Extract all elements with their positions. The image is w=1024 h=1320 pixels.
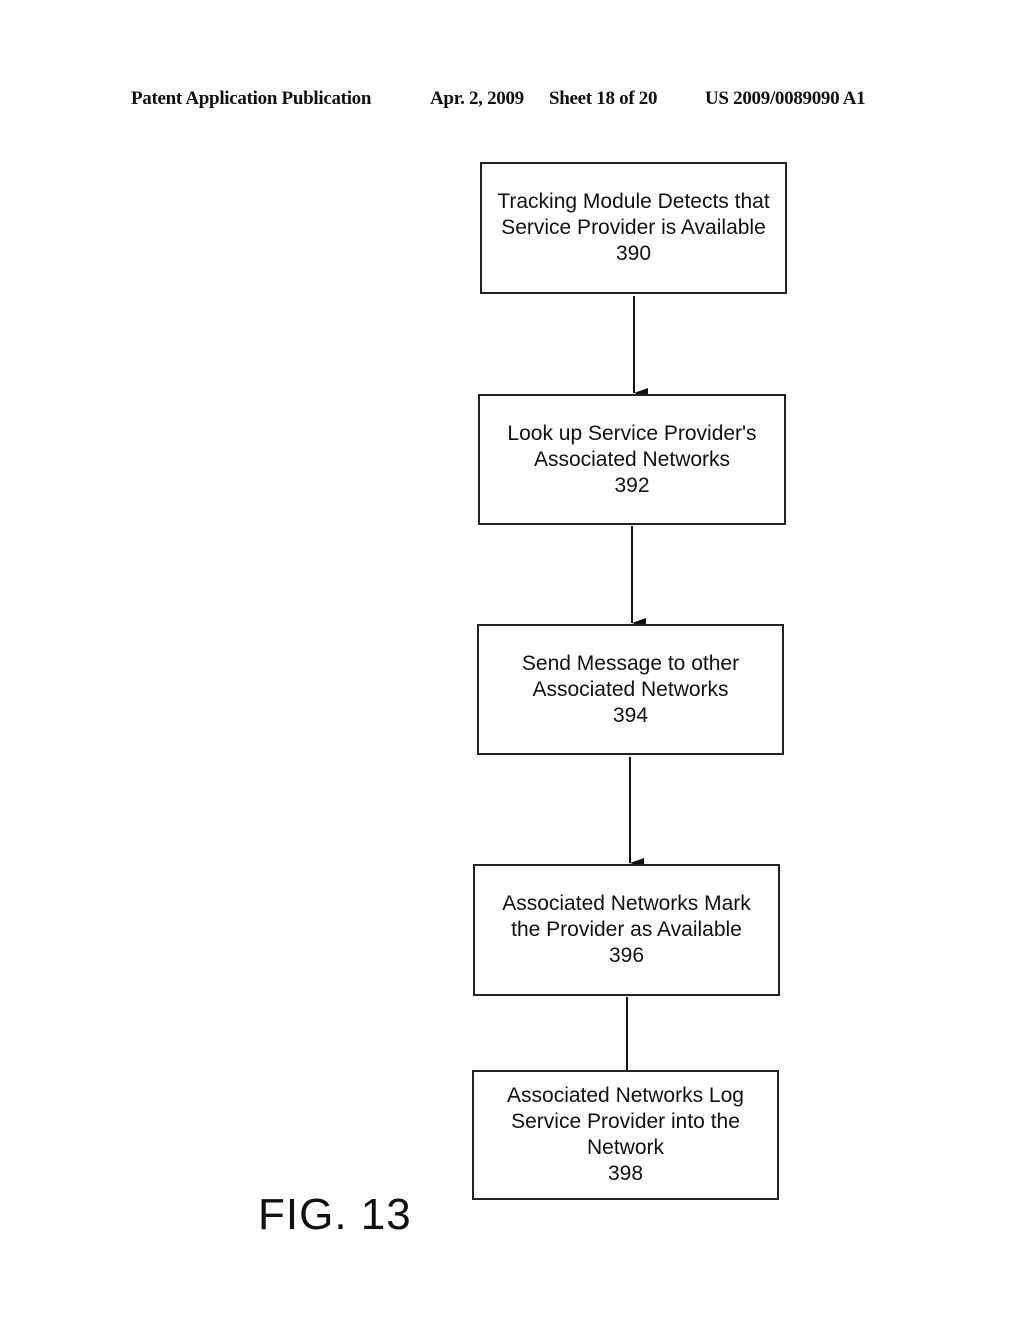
step-392-ref: 392	[614, 473, 650, 497]
step-398-box: Associated Networks Log Service Provider…	[472, 1070, 779, 1200]
step-392-box: Look up Service Provider's Associated Ne…	[478, 394, 786, 525]
step-390-ref: 390	[615, 242, 652, 265]
step-390-box: Tracking Module Detects that Service Pro…	[480, 162, 787, 294]
step-390-line-2: Service Provider is Available	[501, 216, 766, 239]
step-394-box: Send Message to other Associated Network…	[477, 624, 784, 755]
step-396-line-1: Associated Networks Mark	[502, 892, 751, 915]
step-394-line-2: Associated Networks	[532, 677, 729, 701]
step-392-line-2: Associated Networks	[533, 447, 731, 471]
figure-label: FIG. 13	[258, 1190, 412, 1239]
step-394-line-1: Send Message to other	[521, 651, 740, 675]
step-398-line-1: Associated Networks Log	[507, 1084, 744, 1107]
step-390-line-1: Tracking Module Detects that	[497, 190, 770, 213]
step-394-ref: 394	[612, 703, 649, 727]
step-396-ref: 396	[608, 944, 645, 967]
step-396-line-2: the Provider as Available	[511, 918, 742, 941]
step-398-ref: 398	[607, 1162, 644, 1185]
step-396-box: Associated Networks Mark the Provider as…	[473, 864, 780, 996]
step-392-line-1: Look up Service Provider's	[507, 421, 757, 445]
step-398-line-3: Network	[586, 1136, 665, 1159]
step-398-line-2: Service Provider into the	[511, 1110, 740, 1133]
